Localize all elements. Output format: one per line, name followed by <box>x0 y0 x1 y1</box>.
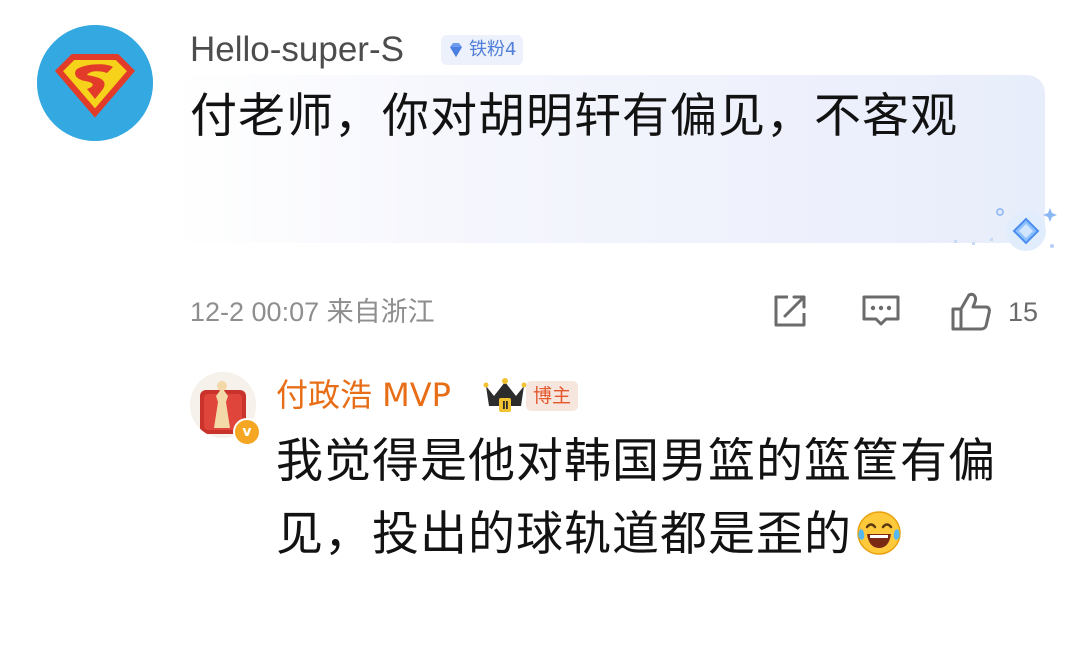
reply-username[interactable]: 付政浩 MVP <box>276 372 451 418</box>
gem-decoration-icon <box>996 208 1057 251</box>
verified-v-icon: v <box>233 418 261 446</box>
comment-icon <box>862 295 900 326</box>
diamond-badge-icon <box>450 43 462 57</box>
share-icon <box>774 295 806 327</box>
sparkle-dots-icon <box>954 238 993 245</box>
user-avatar[interactable] <box>37 25 153 141</box>
like-count: 15 <box>1008 297 1039 327</box>
like-icon <box>951 292 991 331</box>
comment-button[interactable] <box>858 288 904 334</box>
superman-logo-icon <box>37 25 153 141</box>
comment-username[interactable]: Hello-super-S <box>190 26 404 74</box>
author-badge: 博主 <box>526 381 579 411</box>
like-button[interactable] <box>948 288 994 334</box>
crown-level-icon[interactable] <box>483 376 527 414</box>
fan-level-badge[interactable]: 铁粉4 <box>441 35 524 65</box>
share-button[interactable] <box>767 288 813 334</box>
comment-meta: 12-2 00:07 来自浙江 <box>190 297 435 327</box>
reply-text-block: 我觉得是他对韩国男篮的篮筐有偏见，投出的球轨道都是歪的 <box>276 425 1046 571</box>
tears-of-joy-emoji-icon <box>857 511 901 555</box>
comment-text: 付老师，你对胡明轩有偏见，不客观 <box>190 89 958 144</box>
fan-badge-label: 铁粉4 <box>469 39 517 60</box>
